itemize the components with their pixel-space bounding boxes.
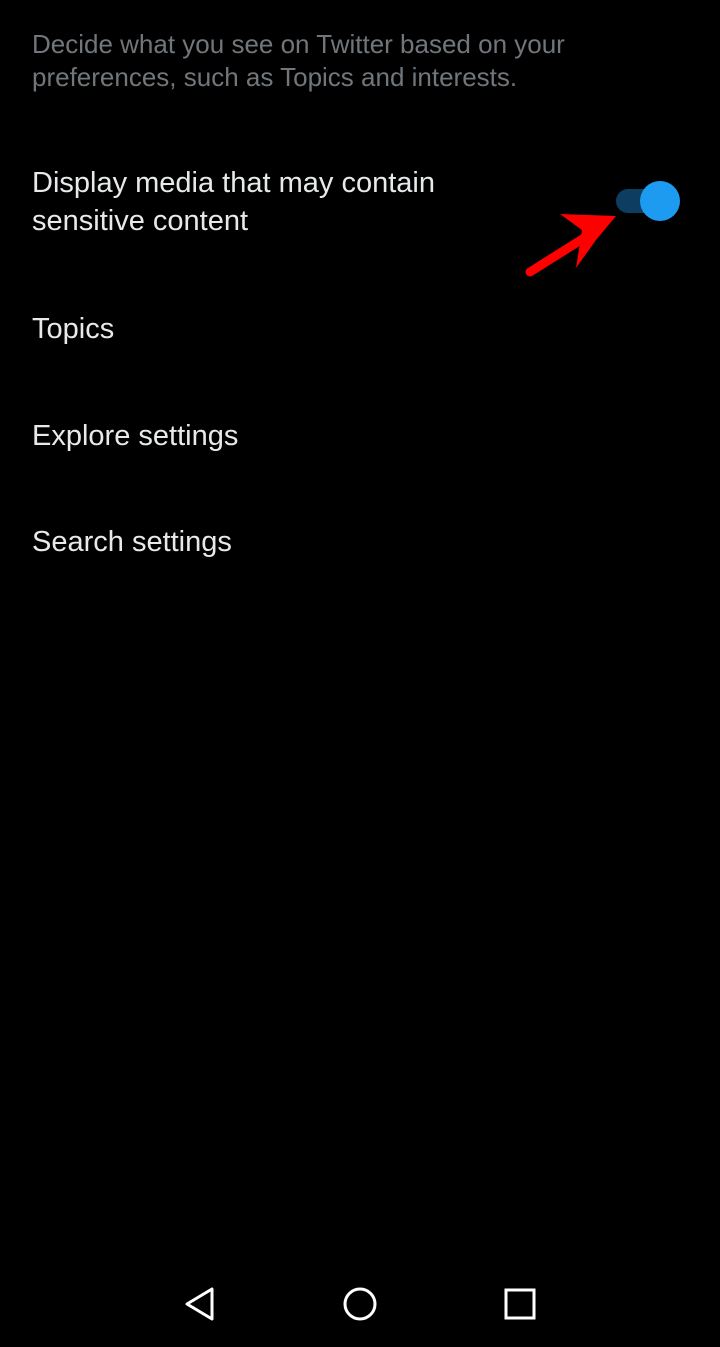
- circle-home-icon[interactable]: [338, 1282, 382, 1326]
- topics-item[interactable]: Topics: [0, 310, 720, 348]
- settings-description: Decide what you see on Twitter based on …: [32, 29, 565, 92]
- red-arrow-annotation-icon: [525, 214, 616, 277]
- search-settings-item[interactable]: Search settings: [0, 523, 720, 561]
- system-navigation-bar: [0, 1260, 720, 1347]
- square-recents-icon[interactable]: [498, 1282, 542, 1326]
- search-settings-label: Search settings: [32, 526, 232, 558]
- toggle-thumb: [640, 181, 680, 221]
- topics-label: Topics: [32, 313, 115, 345]
- triangle-back-icon[interactable]: [178, 1282, 222, 1326]
- sensitive-media-label: Display media that may contain sensitive…: [32, 167, 435, 237]
- explore-settings-item[interactable]: Explore settings: [0, 417, 720, 455]
- explore-settings-label: Explore settings: [32, 420, 239, 452]
